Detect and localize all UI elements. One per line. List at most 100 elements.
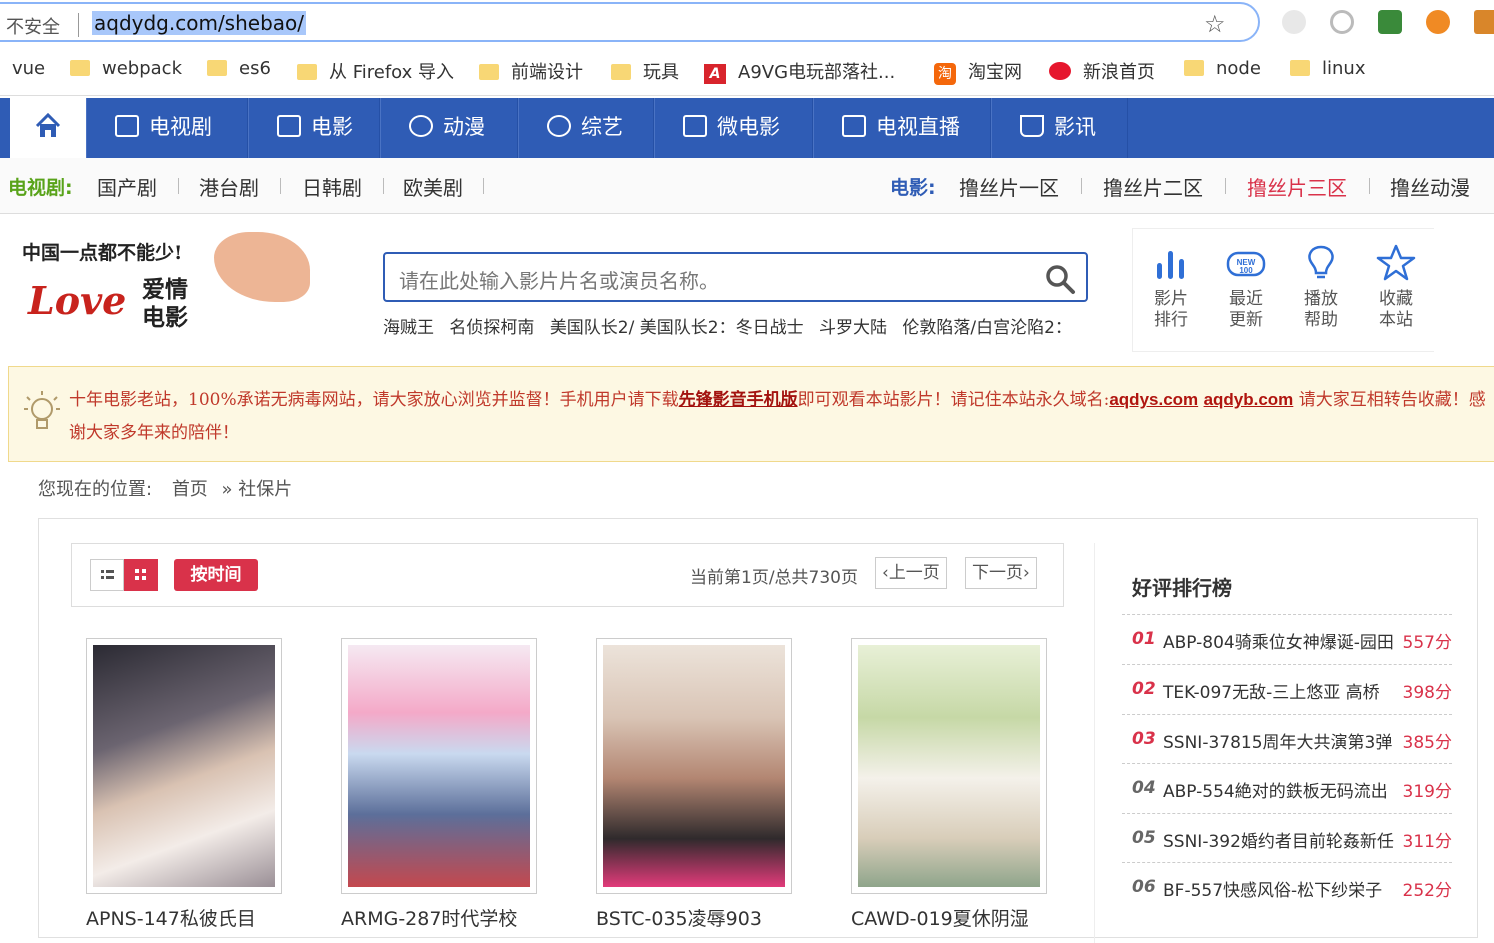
nav-micro-movie[interactable]: 微电影 <box>654 98 813 158</box>
hot-keyword[interactable]: 海贼王 <box>383 318 434 338</box>
movie-poster[interactable] <box>596 638 792 894</box>
breadcrumb: 您现在的位置: 首页 » 社保片 <box>38 475 300 501</box>
list-view-button[interactable] <box>90 559 124 591</box>
nav-home[interactable] <box>10 98 86 158</box>
rank-name[interactable]: ABP-554絶对的鉄板无码流出 <box>1163 777 1388 802</box>
domain-link[interactable]: aqdyb.com <box>1204 390 1294 409</box>
bookmark-item[interactable]: 淘淘宝网 <box>934 58 1022 85</box>
extension-icon[interactable] <box>1474 10 1494 34</box>
ranking-item[interactable]: 06 BF-557快感风俗-松下纱栄子 252分 <box>1122 862 1452 912</box>
rank-score: 252分 <box>1402 881 1452 901</box>
tool-latest[interactable]: NEW 100 最近 更新 <box>1216 243 1276 331</box>
notice-banner: 十年电影老站，100%承诺无病毒网站，请大家放心浏览并监督！手机用户请下载先锋影… <box>8 366 1494 462</box>
bookmark-item[interactable]: A A9VG电玩部落社... <box>704 58 895 84</box>
nav-tv[interactable]: 电视剧 <box>86 98 248 158</box>
rank-score: 398分 <box>1402 683 1452 703</box>
tool-ranking[interactable]: 影片 排行 <box>1141 243 1201 331</box>
folder-icon <box>207 60 227 76</box>
nav-live-tv[interactable]: 电视直播 <box>813 98 991 158</box>
poster-image <box>858 645 1040 887</box>
address-bar[interactable]: 不安全 aqdydg.com/shebao/ ☆ <box>0 2 1260 42</box>
logo-text: 爱情 电影 <box>142 276 188 331</box>
ranking-item[interactable]: 04 ABP-554絶对的鉄板无码流出 319分 <box>1122 763 1452 813</box>
extension-icon[interactable] <box>1282 10 1306 34</box>
movie-title[interactable]: APNS-147私彼氏目 <box>86 904 256 931</box>
tv-category-link[interactable]: 港台剧 <box>199 172 259 201</box>
cart-icon <box>1020 115 1044 137</box>
site-logo[interactable]: 中国一点都不能少! Love 爱情 电影 <box>14 230 314 331</box>
movie-title[interactable]: ARMG-287时代学校 <box>341 904 517 931</box>
bookmark-item[interactable]: 前端设计 <box>479 58 583 84</box>
movie-category-link[interactable]: 撸丝片一区 <box>959 172 1059 201</box>
bookmark-item[interactable]: 从 Firefox 导入 <box>297 58 454 84</box>
grid-view-button[interactable] <box>124 559 158 591</box>
chevron-right-icon: › <box>1023 563 1030 583</box>
ranking-item[interactable]: 02 TEK-097无敌-三上悠亚 高桥 398分 <box>1122 664 1452 714</box>
bookmark-item[interactable]: node <box>1184 58 1261 79</box>
ranking-item[interactable]: 05 SSNI-392婚约者目前轮姦新任 311分 <box>1122 813 1452 863</box>
divider <box>178 178 179 194</box>
security-indicator[interactable]: 不安全 <box>6 13 60 39</box>
nav-anime[interactable]: 动漫 <box>380 98 518 158</box>
nav-movie[interactable]: 电影 <box>248 98 380 158</box>
hot-keyword[interactable]: 斗罗大陆 <box>819 318 887 338</box>
list-toolbar: 按时间 当前第1页/总共730页 ‹上一页 下一页› <box>71 543 1064 607</box>
tv-category-link[interactable]: 日韩剧 <box>302 172 362 201</box>
search-input[interactable]: 请在此处输入影片片名或演员名称。 <box>399 265 719 294</box>
rank-number: 06 <box>1132 877 1156 897</box>
disc-icon <box>547 115 571 137</box>
movie-poster[interactable] <box>341 638 537 894</box>
bookmark-item[interactable]: 新浪首页 <box>1049 58 1155 84</box>
movie-title[interactable]: CAWD-019夏休阴湿 <box>851 904 1029 931</box>
prev-page-button[interactable]: ‹上一页 <box>875 557 947 589</box>
tool-favorite[interactable]: 收藏 本站 <box>1366 243 1426 331</box>
folder-icon <box>1290 60 1310 76</box>
next-page-button[interactable]: 下一页› <box>965 557 1037 589</box>
search-box[interactable]: 请在此处输入影片片名或演员名称。 <box>383 252 1088 302</box>
ranking-item[interactable]: 01 ABP-804骑乘位女神爆诞-园田 557分 <box>1122 614 1452 664</box>
rank-name[interactable]: SSNI-392婚约者目前轮姦新任 <box>1163 827 1394 852</box>
movie-title[interactable]: BSTC-035凌辱903 <box>596 904 762 931</box>
divider <box>1081 178 1082 194</box>
bookmark-item[interactable]: 玩具 <box>611 58 679 84</box>
extension-icon[interactable] <box>1330 10 1354 34</box>
search-icon[interactable] <box>1044 263 1076 295</box>
movie-poster[interactable] <box>851 638 1047 894</box>
bookmark-star-icon[interactable]: ☆ <box>1204 10 1226 38</box>
tv-category-link[interactable]: 欧美剧 <box>403 172 463 201</box>
movie-category-link[interactable]: 撸丝动漫 <box>1390 172 1470 201</box>
hot-keyword[interactable]: 名侦探柯南 <box>449 318 534 338</box>
extension-icon[interactable] <box>1426 10 1450 34</box>
chevron-left-icon: ‹ <box>882 563 889 583</box>
sort-by-time-button[interactable]: 按时间 <box>174 559 258 591</box>
folder-icon <box>1184 60 1204 76</box>
ranking-item[interactable]: 03 SSNI-37815周年大共演第3弹 385分 <box>1122 714 1452 764</box>
nav-news[interactable]: 影讯 <box>991 98 1128 158</box>
bookmark-item[interactable]: es6 <box>207 58 271 79</box>
rank-name[interactable]: BF-557快感风俗-松下纱栄子 <box>1163 876 1382 901</box>
bookmark-item[interactable]: webpack <box>70 58 182 79</box>
nav-variety[interactable]: 综艺 <box>518 98 654 158</box>
tv-category-link[interactable]: 国产剧 <box>97 172 157 201</box>
tool-help[interactable]: 播放 帮助 <box>1291 243 1351 331</box>
bookmark-item[interactable]: vue <box>12 58 45 79</box>
monitor-icon <box>842 115 866 137</box>
domain-link[interactable]: aqdys.com <box>1109 390 1198 409</box>
url-text[interactable]: aqdydg.com/shebao/ <box>92 11 307 35</box>
hot-keyword[interactable]: 美国队长2/ 美国队长2：冬日战士 <box>550 318 804 338</box>
rank-name[interactable]: ABP-804骑乘位女神爆诞-园田 <box>1163 628 1394 653</box>
rank-name[interactable]: SSNI-37815周年大共演第3弹 <box>1163 728 1392 753</box>
hot-keyword[interactable]: 伦敦陷落/白宫沦陷2： <box>902 318 1072 338</box>
star-icon <box>1376 244 1416 281</box>
movie-category-link-active[interactable]: 撸丝片三区 <box>1247 172 1347 201</box>
movie-category-link[interactable]: 撸丝片二区 <box>1103 172 1203 201</box>
movie-poster[interactable] <box>86 638 282 894</box>
cors-extension-icon[interactable] <box>1378 10 1402 34</box>
rank-name[interactable]: TEK-097无敌-三上悠亚 高桥 <box>1163 678 1380 703</box>
bookmark-item[interactable]: linux <box>1290 58 1365 79</box>
divider <box>280 178 281 194</box>
divider <box>1225 178 1226 194</box>
app-download-link[interactable]: 先锋影音手机版 <box>679 390 798 410</box>
breadcrumb-home[interactable]: 首页 <box>172 479 208 500</box>
hot-keywords: 海贼王 名侦探柯南 美国队长2/ 美国队长2：冬日战士 斗罗大陆 伦敦陷落/白宫… <box>383 313 1082 338</box>
